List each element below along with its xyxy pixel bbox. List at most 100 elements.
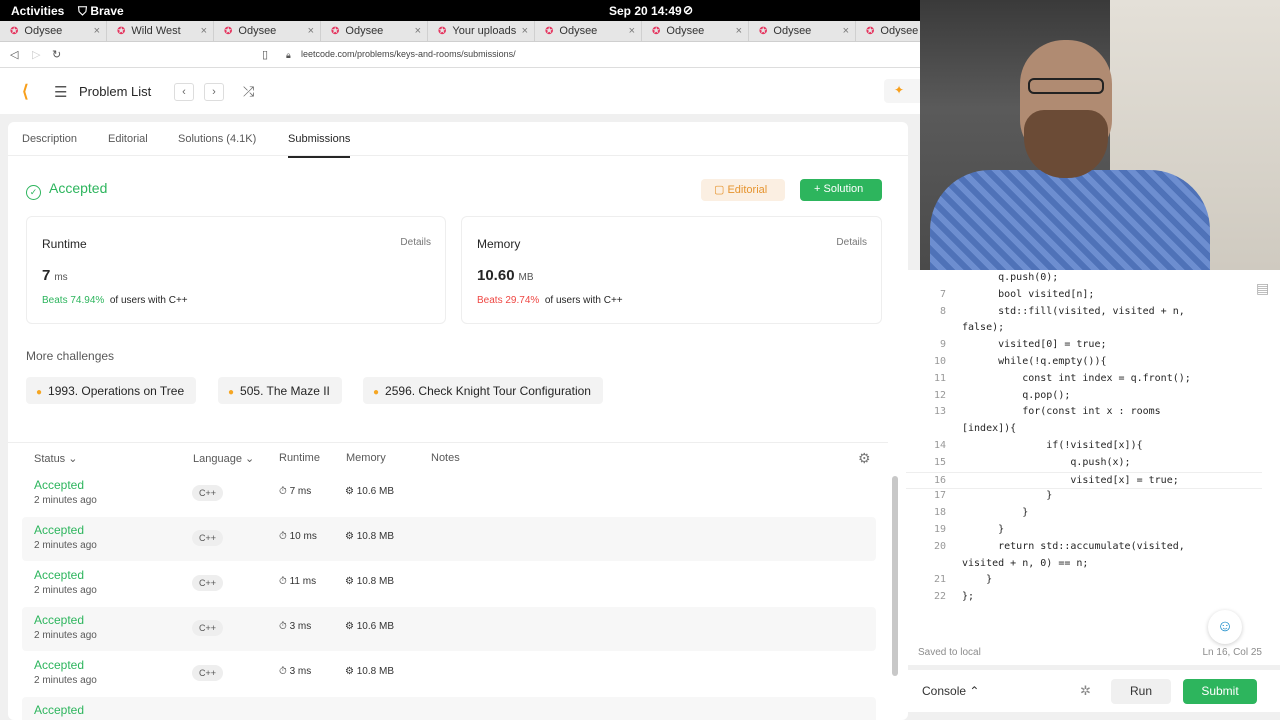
settings-gear-icon[interactable]: ⚙ <box>858 450 871 467</box>
tab-description[interactable]: Description <box>22 133 77 145</box>
table-row[interactable]: Accepted 2 minutes ago C++ ⏱ 3 ms ⚙ 10.6… <box>22 607 876 651</box>
webcam-person-beard <box>1024 110 1108 178</box>
challenge-chip[interactable]: ● 1993. Operations on Tree <box>26 377 197 404</box>
status-column-filter[interactable]: Status ⌄ <box>34 452 77 465</box>
memory-details-link[interactable]: Details <box>836 237 867 248</box>
close-tab-icon[interactable]: × <box>629 25 635 37</box>
browser-tab[interactable]: ✪ Odysee × <box>535 21 642 41</box>
browser-tab[interactable]: ✪ Odysee × <box>214 21 321 41</box>
table-row[interactable]: Accepted 2 minutes ago C++ ⏱ 11 ms ⚙ 10.… <box>22 562 876 606</box>
browser-tab-label: Odysee <box>559 25 598 37</box>
browser-tab[interactable]: ✪ Odysee <box>856 21 920 41</box>
submit-button[interactable]: Submit <box>1183 679 1257 704</box>
code-line[interactable]: 9 visited[0] = true; <box>906 337 1262 354</box>
code-line[interactable]: 22}; <box>906 589 1262 606</box>
problem-list-link[interactable]: Problem List <box>79 84 151 99</box>
row-status[interactable]: Accepted <box>34 523 84 537</box>
code-line[interactable]: 19 } <box>906 522 1262 539</box>
url-field[interactable]: leetcode.com/problems/keys-and-rooms/sub… <box>301 49 516 59</box>
line-number: 10 <box>933 356 946 367</box>
code-line[interactable]: 8 std::fill(visited, visited + n, <box>906 304 1262 321</box>
debug-bug-icon[interactable]: ✲ <box>1080 683 1091 699</box>
lock-icon: 🔒︎ <box>286 50 291 60</box>
code-line[interactable]: 14 if(!visited[x]){ <box>906 438 1262 455</box>
browser-app-menu[interactable]: ⛉ Brave <box>78 4 124 19</box>
code-line[interactable]: 15 q.push(x); <box>906 455 1262 472</box>
challenge-chip[interactable]: ● 505. The Maze II <box>218 377 342 404</box>
close-tab-icon[interactable]: × <box>201 25 207 37</box>
table-row[interactable]: Accepted <box>22 697 876 720</box>
close-tab-icon[interactable]: × <box>522 25 528 37</box>
table-row[interactable]: Accepted 2 minutes ago C++ ⏱ 3 ms ⚙ 10.8… <box>22 652 876 696</box>
memory-beats-percent: Beats 29.74% <box>477 295 540 306</box>
close-tab-icon[interactable]: × <box>308 25 314 37</box>
forward-icon[interactable]: ▷ <box>32 48 40 61</box>
row-runtime: ⏱ 7 ms <box>279 486 311 497</box>
code-editor[interactable]: q.push(0); 7 bool visited[n]; 8 std::fill(… <box>906 270 1280 665</box>
runtime-details-link[interactable]: Details <box>400 237 431 248</box>
row-status[interactable]: Accepted <box>34 703 84 717</box>
row-status[interactable]: Accepted <box>34 568 84 582</box>
browser-tab[interactable]: ✪ Odysee × <box>642 21 749 41</box>
leetcode-logo-icon[interactable]: ⟨ <box>22 82 29 102</box>
row-status[interactable]: Accepted <box>34 478 84 492</box>
close-tab-icon[interactable]: × <box>415 25 421 37</box>
code-line[interactable]: q.push(0); <box>906 270 1262 287</box>
code-line[interactable]: 17 } <box>906 488 1262 505</box>
browser-tab[interactable]: ✪ Your uploads × <box>428 21 535 41</box>
table-row[interactable]: Accepted 2 minutes ago C++ ⏱ 10 ms ⚙ 10.… <box>22 517 876 561</box>
code-line[interactable]: 16 visited[x] = true; <box>906 471 1262 489</box>
tab-editorial[interactable]: Editorial <box>108 133 148 145</box>
challenge-chip[interactable]: ● 2596. Check Knight Tour Configuration <box>363 377 603 404</box>
code-line[interactable]: 7 bool visited[n]; <box>906 287 1262 304</box>
browser-tab[interactable]: ✪ Odysee × <box>321 21 428 41</box>
row-memory: ⚙ 10.8 MB <box>345 666 394 677</box>
previous-problem-button[interactable]: ‹ <box>174 83 194 101</box>
code-line[interactable]: [index]){ <box>906 421 1262 438</box>
code-line[interactable]: 11 const int index = q.front(); <box>906 371 1262 388</box>
close-tab-icon[interactable]: × <box>94 25 100 37</box>
tab-submissions[interactable]: Submissions <box>288 133 351 158</box>
memory-card[interactable]: Memory Details 10.60 MB Beats 29.74% of u… <box>461 216 882 324</box>
code-text: return std::accumulate(visited, <box>962 540 1185 552</box>
challenge-chip-label: 1993. Operations on Tree <box>48 384 185 398</box>
chat-bubble-icon[interactable]: ☺ <box>1208 610 1242 644</box>
runtime-card[interactable]: Runtime Details 7 ms Beats 74.94% of user… <box>26 216 446 324</box>
premium-icon[interactable]: ✦ <box>884 79 924 103</box>
console-toggle[interactable]: Console ⌃ <box>922 684 979 698</box>
list-scrollbar[interactable] <box>892 476 898 676</box>
language-column-filter[interactable]: Language ⌄ <box>193 452 254 465</box>
bookmark-icon[interactable]: ▯ <box>262 48 268 61</box>
code-line[interactable]: visited + n, 0) == n; <box>906 556 1262 573</box>
row-status[interactable]: Accepted <box>34 613 84 627</box>
browser-tab[interactable]: ✪ Odysee × <box>749 21 856 41</box>
editorial-button[interactable]: ▢ Editorial <box>701 179 785 201</box>
close-tab-icon[interactable]: × <box>843 25 849 37</box>
row-status[interactable]: Accepted <box>34 658 84 672</box>
tab-solutions[interactable]: Solutions (4.1K) <box>178 133 256 145</box>
shuffle-icon[interactable]: ⤮ <box>243 83 254 100</box>
document-icon[interactable]: ▤ <box>1256 280 1269 297</box>
memory-number: 10.60 <box>477 267 515 284</box>
system-clock[interactable]: Sep 20 14:49 <box>609 4 682 18</box>
next-problem-button[interactable]: › <box>204 83 224 101</box>
list-icon[interactable]: ☰ <box>54 83 67 101</box>
code-text: std::fill(visited, visited + n, <box>962 305 1185 317</box>
code-line[interactable]: 12 q.pop(); <box>906 388 1262 405</box>
activities-button[interactable]: Activities <box>11 4 64 18</box>
close-tab-icon[interactable]: × <box>736 25 742 37</box>
run-button[interactable]: Run <box>1111 679 1171 704</box>
code-line[interactable]: 10 while(!q.empty()){ <box>906 354 1262 371</box>
code-line[interactable]: 20 return std::accumulate(visited, <box>906 539 1262 556</box>
code-line[interactable]: false); <box>906 320 1262 337</box>
solution-button[interactable]: + Solution <box>800 179 882 201</box>
notifications-muted-icon[interactable]: ⊘ <box>683 3 693 17</box>
browser-tab[interactable]: ✪ Odysee × <box>0 21 107 41</box>
back-icon[interactable]: ◁ <box>10 48 18 61</box>
code-line[interactable]: 21 } <box>906 572 1262 589</box>
browser-tab[interactable]: ✪ Wild West × <box>107 21 214 41</box>
code-line[interactable]: 13 for(const int x : rooms <box>906 404 1262 421</box>
reload-icon[interactable]: ↻ <box>52 48 61 61</box>
code-line[interactable]: 18 } <box>906 505 1262 522</box>
table-row[interactable]: Accepted 2 minutes ago C++ ⏱ 7 ms ⚙ 10.6… <box>22 472 876 516</box>
